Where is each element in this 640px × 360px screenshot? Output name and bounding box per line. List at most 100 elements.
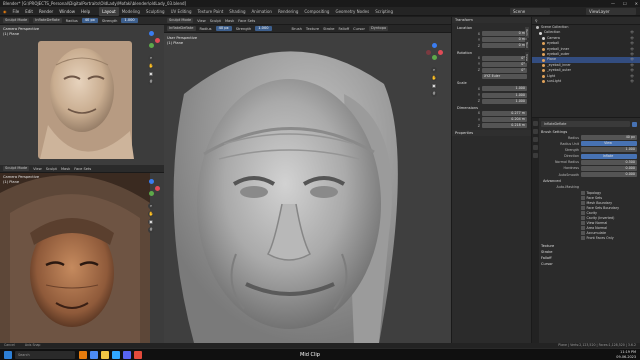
tab-view[interactable]: View	[525, 51, 529, 63]
scale-y-field[interactable]: 1.000	[482, 92, 527, 98]
scale-x-field[interactable]: 1.000	[482, 86, 527, 92]
tool-tab-icon[interactable]	[533, 121, 538, 126]
mode-selector[interactable]: Sculpt Mode	[167, 18, 194, 23]
pan-hand-icon[interactable]: ✋	[148, 63, 154, 69]
location-z-field[interactable]: 0 m	[482, 43, 527, 49]
discord-taskbar-icon[interactable]	[123, 350, 131, 359]
tab-animation[interactable]: Animation	[249, 7, 275, 16]
output-tab-icon[interactable]	[533, 137, 538, 142]
menu-stroke[interactable]: Stroke	[323, 27, 334, 31]
menu-window[interactable]: Window	[56, 7, 78, 16]
rotation-y-field[interactable]: 0°	[482, 61, 527, 67]
rotation-z-field[interactable]: 0°	[482, 67, 527, 73]
front-faces-only-checkbox[interactable]: Front Faces Only	[541, 236, 637, 241]
dimension-z-field[interactable]: 0.218 m	[482, 123, 527, 129]
minimize-icon[interactable]: —	[611, 0, 615, 7]
windows-start-icon[interactable]	[4, 350, 12, 359]
rotation-x-field[interactable]: 0°	[482, 55, 527, 61]
zoom-icon[interactable]: ⌕	[148, 55, 154, 61]
view-layer-selector[interactable]: ViewLayer	[586, 8, 636, 15]
brush-datablock[interactable]: InflateDeflate	[541, 121, 630, 127]
menu-edit[interactable]: Edit	[22, 7, 36, 16]
dimension-x-field[interactable]: 0.277 m	[482, 110, 527, 116]
tab-compositing[interactable]: Compositing	[301, 7, 332, 16]
navigation-gizmo[interactable]	[142, 179, 160, 197]
reference-viewport-bottom[interactable]: Sculpt Mode View Sculpt Mask Face Sets C…	[0, 165, 164, 343]
tab-geometry-nodes[interactable]: Geometry Nodes	[332, 7, 372, 16]
taskbar-search-input[interactable]: Search	[15, 350, 75, 359]
menu-help[interactable]: Help	[78, 7, 93, 16]
menu-file[interactable]: File	[10, 7, 23, 16]
camera-icon[interactable]: ▣	[148, 71, 154, 77]
mode-selector[interactable]: Sculpt Mode	[3, 18, 30, 23]
tab-rendering[interactable]: Rendering	[275, 7, 301, 16]
radius-unit-toggle[interactable]: View	[581, 141, 637, 147]
dyntopo-toggle[interactable]: Dyntopo	[368, 26, 389, 31]
menu-falloff[interactable]: Falloff	[339, 27, 350, 31]
zoom-icon[interactable]: ⌕	[148, 203, 154, 209]
menu-mask[interactable]: Mask	[61, 167, 70, 171]
mode-selector[interactable]: Sculpt Mode	[3, 166, 30, 171]
strength-field[interactable]: 1.000	[255, 26, 272, 31]
dimension-y-field[interactable]: 0.204 m	[482, 117, 527, 123]
app-taskbar-icon[interactable]	[134, 350, 142, 359]
menu-face-sets[interactable]: Face Sets	[74, 167, 91, 171]
tab-scripting[interactable]: Scripting	[372, 7, 396, 16]
photoshop-taskbar-icon[interactable]	[112, 350, 120, 359]
chrome-taskbar-icon[interactable]	[90, 350, 98, 359]
menu-face-sets[interactable]: Face Sets	[238, 19, 255, 23]
explorer-taskbar-icon[interactable]	[101, 350, 109, 359]
tab-sculpting[interactable]: Sculpting	[143, 7, 168, 16]
scene-selector[interactable]: Scene	[510, 8, 550, 15]
navigation-gizmo[interactable]	[142, 31, 160, 49]
menu-view[interactable]: View	[33, 167, 42, 171]
autosmooth-field[interactable]: 0.000	[581, 172, 637, 178]
menu-render[interactable]: Render	[36, 7, 56, 16]
menu-brush[interactable]: Brush	[292, 27, 302, 31]
properties-panel-title[interactable]: Properties	[452, 130, 531, 137]
scene-tab-icon[interactable]	[533, 145, 538, 150]
menu-cursor[interactable]: Cursor	[353, 27, 365, 31]
zoom-icon[interactable]: ⌕	[431, 67, 437, 73]
radius-field[interactable]: 40 px	[581, 135, 637, 140]
menu-texture[interactable]: Texture	[306, 27, 319, 31]
menu-view[interactable]: View	[197, 19, 206, 23]
camera-icon[interactable]: ▣	[148, 219, 154, 225]
tab-shading[interactable]: Shading	[226, 7, 248, 16]
brush-selector[interactable]: InflateDeflate	[33, 18, 62, 23]
strength-field[interactable]: 1.000	[581, 147, 637, 153]
location-y-field[interactable]: 0 m	[482, 37, 527, 43]
scale-z-field[interactable]: 1.000	[482, 98, 527, 104]
location-x-field[interactable]: 0 m	[482, 31, 527, 36]
tab-item[interactable]: Item	[525, 27, 529, 38]
tab-texture-paint[interactable]: Texture Paint	[194, 7, 226, 16]
rotation-mode-select[interactable]: XYZ Euler	[482, 74, 527, 80]
camera-icon[interactable]: ▣	[431, 83, 437, 89]
menu-sculpt[interactable]: Sculpt	[46, 167, 57, 171]
grid-icon[interactable]: #	[148, 79, 154, 85]
radius-field[interactable]: 40 px	[81, 18, 98, 23]
maximize-icon[interactable]: ☐	[623, 0, 627, 7]
grid-icon[interactable]: #	[148, 227, 154, 233]
fake-user-icon[interactable]	[632, 121, 637, 127]
tab-layout[interactable]: Layout	[99, 6, 119, 16]
grid-icon[interactable]: #	[431, 91, 437, 97]
close-icon[interactable]: ✕	[635, 0, 638, 7]
strength-field[interactable]: 1.000	[121, 18, 138, 23]
pan-hand-icon[interactable]: ✋	[431, 75, 437, 81]
reference-viewport-top[interactable]: Sculpt Mode InflateDeflate Radius 40 px …	[0, 17, 164, 172]
filter-icon[interactable]: ⚲	[535, 19, 538, 23]
navigation-gizmo[interactable]	[425, 43, 443, 61]
tab-modeling[interactable]: Modeling	[119, 7, 143, 16]
object-tab-icon[interactable]	[533, 153, 538, 158]
pan-hand-icon[interactable]: ✋	[148, 211, 154, 217]
normal-radius-field[interactable]: 0.500	[581, 159, 637, 165]
tab-uv-editing[interactable]: UV Editing	[168, 7, 195, 16]
blender-logo-icon[interactable]: ◉	[0, 7, 10, 16]
menu-sculpt[interactable]: Sculpt	[210, 19, 221, 23]
radius-field[interactable]: 40 px	[215, 26, 232, 31]
cursor-panel-title[interactable]: Cursor	[541, 261, 637, 267]
eye-icon[interactable]: 👁	[630, 79, 634, 84]
outliner-item[interactable]: sunLight 👁	[532, 79, 640, 84]
hardness-field[interactable]: 0.000	[581, 165, 637, 171]
